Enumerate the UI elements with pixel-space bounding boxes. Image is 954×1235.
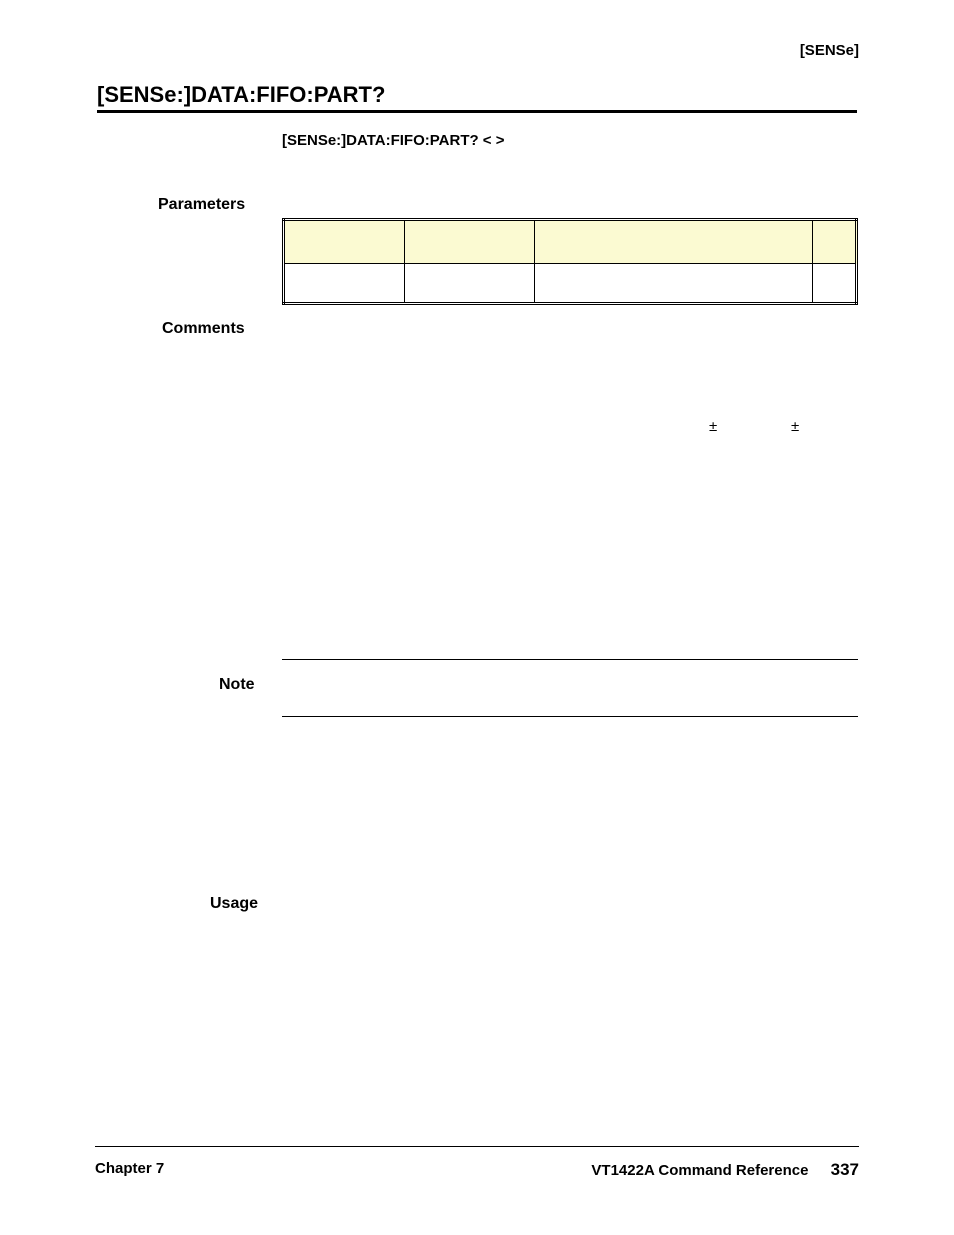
table-header-cell	[284, 220, 405, 264]
table-header-cell	[813, 220, 857, 264]
footer-rule	[95, 1146, 859, 1147]
note-label: Note	[219, 676, 255, 694]
footer-reference: VT1422A Command Reference 337	[591, 1160, 859, 1180]
heading-rule	[97, 110, 857, 113]
table-header-cell	[405, 220, 534, 264]
note-rule-top	[282, 659, 858, 660]
footer-ref-text: VT1422A Command Reference	[591, 1162, 808, 1179]
plus-minus-symbol: ±	[791, 418, 799, 435]
table-cell	[284, 264, 405, 304]
parameters-table	[282, 218, 858, 305]
note-rule-bottom	[282, 716, 858, 717]
table-header-row	[284, 220, 857, 264]
table-cell	[405, 264, 534, 304]
syntax-line: [SENSe:]DATA:FIFO:PART? < >	[282, 132, 505, 149]
command-heading: [SENSe:]DATA:FIFO:PART?	[97, 82, 385, 108]
plus-minus-symbol: ±	[709, 418, 717, 435]
comments-label: Comments	[162, 320, 245, 338]
parameters-label: Parameters	[158, 196, 245, 214]
usage-label: Usage	[210, 895, 258, 913]
footer-page-number: 337	[831, 1160, 859, 1179]
table-cell	[534, 264, 813, 304]
table-header-cell	[534, 220, 813, 264]
section-header: [SENSe]	[800, 42, 859, 59]
table-row	[284, 264, 857, 304]
table-cell	[813, 264, 857, 304]
footer-chapter: Chapter 7	[95, 1160, 164, 1177]
